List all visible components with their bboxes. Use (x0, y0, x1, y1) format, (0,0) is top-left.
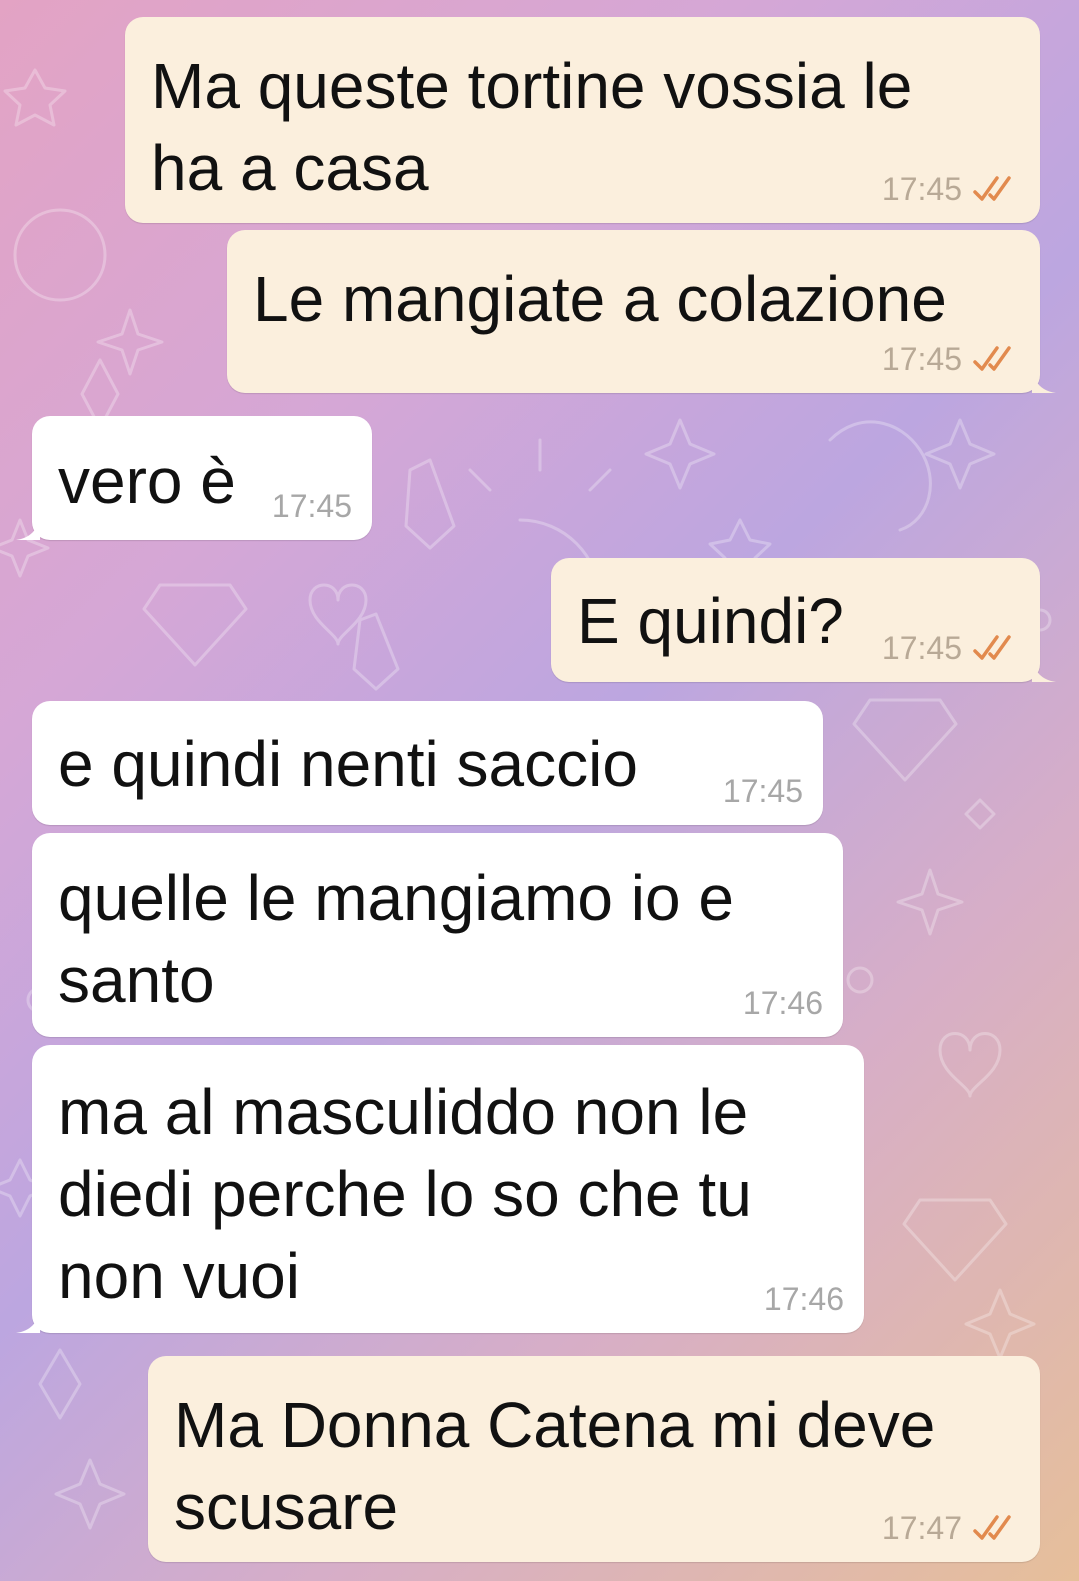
double-check-icon (973, 176, 1011, 201)
message-tail (1032, 369, 1056, 393)
message-text: e quindi nenti saccio (58, 728, 638, 800)
message-meta: 17:45 (723, 771, 803, 811)
message-text: E quindi? (577, 585, 844, 657)
double-check-icon (973, 635, 1011, 660)
double-check-icon (973, 346, 1011, 371)
double-check-icon (973, 1515, 1011, 1540)
message-text: quelle le mangiamo io e santo (58, 862, 734, 1016)
message-meta: 17:47 (882, 1508, 1018, 1548)
chat-message-outgoing[interactable]: E quindi? 17:45 (551, 558, 1056, 682)
message-time: 17:45 (881, 630, 962, 666)
chat-message-incoming[interactable]: ma al masculiddo non le diedi perche lo … (16, 1045, 864, 1333)
message-text: Ma queste tortine vossia le ha a casa (151, 50, 913, 204)
message-time: 17:47 (881, 1510, 962, 1546)
chat-message-outgoing[interactable]: Le mangiate a colazione 17:45 (227, 230, 1056, 393)
message-text: vero è (58, 445, 236, 517)
message-meta: 17:46 (743, 983, 823, 1023)
message-text: Le mangiate a colazione (253, 263, 947, 335)
chat-message-incoming[interactable]: quelle le mangiamo io e santo 17:46 (32, 833, 843, 1037)
message-meta: 17:45 (882, 169, 1018, 209)
chat-message-outgoing[interactable]: Ma Donna Catena mi deve scusare 17:47 (148, 1356, 1040, 1562)
message-tail (16, 516, 40, 540)
message-time: 17:45 (722, 773, 803, 809)
chat-message-incoming[interactable]: vero è 17:45 (16, 416, 372, 540)
message-meta: 17:45 (272, 486, 352, 526)
chat-message-incoming[interactable]: e quindi nenti saccio 17:45 (32, 701, 823, 825)
message-time: 17:45 (881, 341, 962, 377)
message-meta: 17:45 (882, 339, 1018, 379)
message-meta: 17:46 (764, 1279, 844, 1319)
message-text: ma al masculiddo non le diedi perche lo … (58, 1076, 752, 1312)
message-time: 17:46 (763, 1281, 844, 1317)
message-tail (16, 1309, 40, 1333)
message-meta: 17:45 (882, 628, 1018, 668)
message-time: 17:46 (742, 985, 823, 1021)
chat-message-outgoing[interactable]: Ma queste tortine vossia le ha a casa 17… (125, 17, 1040, 223)
message-time: 17:45 (271, 488, 352, 524)
message-time: 17:45 (881, 171, 962, 207)
message-text: Ma Donna Catena mi deve scusare (174, 1389, 936, 1543)
message-tail (1032, 658, 1056, 682)
